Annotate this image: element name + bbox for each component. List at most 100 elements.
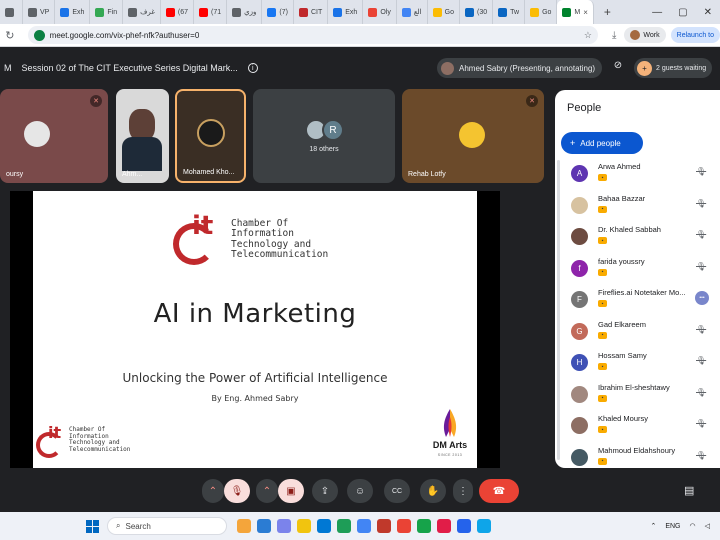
language-indicator[interactable]: ENG [665,523,680,530]
taskbar-app-icon[interactable] [397,519,411,533]
taskbar-app-icon[interactable] [257,519,271,533]
site-info-icon[interactable] [33,29,45,41]
video-tile-others[interactable]: R 18 others [253,89,395,183]
guest-badge-icon: ▪ [598,426,607,433]
participant-row[interactable]: A Arwa Ahmed ▪ 🎙 [555,160,720,192]
browser-tab[interactable]: VP [23,0,56,24]
browser-tab[interactable]: وزي [227,0,263,24]
browser-tab[interactable]: (71 [194,0,228,24]
taskbar-app-icon[interactable] [477,519,491,533]
taskbar-app-icon[interactable] [357,519,371,533]
maximize-button[interactable]: ▢ [678,7,687,18]
present-button[interactable]: ⇪ [312,479,338,503]
close-tab-icon[interactable]: × [583,8,588,17]
cit-logo-text: Chamber Of Information Technology and Te… [231,218,329,261]
chat-icon[interactable]: ▤ [684,484,694,497]
browser-tab[interactable]: CIT [294,0,329,24]
mic-off-icon[interactable]: 🎙 [696,325,706,334]
mic-off-icon[interactable]: 🎙 [696,167,706,176]
raise-hand-button[interactable]: ✋ [420,479,446,503]
participant-row[interactable]: F Fireflies.ai Notetaker Mo... ▪ ••• [555,286,720,318]
mic-off-icon[interactable]: 🎙 [696,451,706,460]
browser-tab[interactable]: Exh [328,0,364,24]
mic-off-icon[interactable]: 🎙 [696,230,706,239]
search-placeholder: Search [125,521,151,531]
emoji-button[interactable]: ☺ [347,479,373,503]
url-bar[interactable]: meet.google.com/vix-phef-nfk?authuser=0 … [27,26,598,44]
browser-tab[interactable]: (30 [460,0,494,24]
mic-off-icon[interactable]: 🎙 [696,199,706,208]
browser-tab[interactable]: Oly [363,0,397,24]
mic-options-button[interactable]: ⌃ [202,479,224,503]
tab-label: (7) [279,8,288,16]
profile-button[interactable]: Work [624,27,666,43]
browser-tab[interactable]: Tw [493,0,526,24]
close-window-button[interactable]: ✕ [704,7,712,18]
add-people-button[interactable]: + Add people [561,132,643,154]
video-tile-2[interactable]: Ahm... [116,89,169,183]
tab-active-meet[interactable]: M × [557,0,594,24]
tab-label: Exh [345,8,358,16]
participant-row[interactable]: Dr. Khaled Sabbah ▪ 🎙 [555,223,720,255]
mic-off-icon[interactable]: 🎙 [696,262,706,271]
browser-tab[interactable]: Fin [90,0,124,24]
taskbar-app-icon[interactable] [377,519,391,533]
relaunch-button[interactable]: Relaunch to [670,27,720,43]
taskbar-app-icon[interactable] [297,519,311,533]
mic-off-button[interactable]: 🎙 [224,479,250,503]
participant-row[interactable]: G Gad Elkareem ▪ 🎙 [555,318,720,350]
taskbar-search[interactable]: ⌕ Search [107,517,227,535]
guests-waiting-label: 2 guests waiting [656,64,707,72]
participant-row[interactable]: Ibrahim El-sheshtawy ▪ 🎙 [555,381,720,413]
more-options-icon[interactable]: ••• [695,291,709,305]
participant-row[interactable]: Mahmoud Eldahshoury ▪ 🎙 [555,444,720,469]
video-tile-1[interactable]: ✕ oursy [0,89,108,183]
volume-icon[interactable]: ◁ [705,522,710,530]
tab-label: غرف [140,9,155,16]
wifi-icon[interactable]: ◠ [690,522,696,530]
participant-name: farida youssry [598,256,645,266]
participant-row[interactable]: Khaled Moursy ▪ 🎙 [555,412,720,444]
guests-waiting-chip[interactable]: + 2 guests waiting [634,58,713,78]
captions-button[interactable]: CC [384,479,410,503]
new-tab-button[interactable]: + [594,5,621,19]
taskbar-app-icon[interactable] [277,519,291,533]
taskbar-app-icon[interactable] [457,519,471,533]
browser-tab[interactable]: الع [397,0,428,24]
camera-options-button[interactable]: ⌃ [256,479,278,503]
browser-tab[interactable]: غرف [123,0,161,24]
end-call-button[interactable]: ☎ [479,479,519,503]
taskbar-app-icon[interactable] [237,519,251,533]
bookmark-star-icon[interactable]: ☆ [584,30,592,41]
participant-row[interactable]: H Hossam Samy ▪ 🎙 [555,349,720,381]
browser-tab[interactable] [0,0,23,24]
browser-tab[interactable]: Exh [55,0,91,24]
participant-row[interactable]: Bahaa Bazzar ▪ 🎙 [555,192,720,224]
tray-chevron-icon[interactable]: ⌃ [650,522,656,530]
windows-start-icon[interactable] [86,519,99,533]
minimize-button[interactable]: — [652,7,662,18]
mic-off-icon[interactable]: 🎙 [696,419,706,428]
info-icon[interactable]: i [247,63,258,73]
browser-tab[interactable]: Go [525,0,558,24]
participant-avatar [459,122,485,148]
more-options-button[interactable]: ⋮ [453,479,473,503]
download-icon[interactable]: ⤓ [612,30,616,41]
mic-off-icon[interactable]: 🎙 [696,356,706,365]
guest-badge-icon: ▪ [598,331,607,339]
taskbar-app-icon[interactable] [317,519,331,533]
presenter-chip[interactable]: Ahmed Sabry (Presenting, annotating) [437,58,603,78]
stop-presenting-icon[interactable]: ⊘ [610,60,626,76]
participant-row[interactable]: f farida youssry ▪ 🎙 [555,255,720,287]
browser-tab[interactable]: Go [428,0,460,24]
browser-tab[interactable]: (7) [262,0,294,24]
browser-tab[interactable]: (67 [161,0,195,24]
taskbar-app-icon[interactable] [437,519,451,533]
reload-icon[interactable]: ↻ [0,29,20,42]
taskbar-app-icon[interactable] [337,519,351,533]
video-tile-5[interactable]: ✕ Rehab Lotfy [402,89,544,183]
mic-off-icon[interactable]: 🎙 [696,388,706,397]
taskbar-app-icon[interactable] [417,519,431,533]
camera-off-button[interactable]: ▣ [278,479,304,503]
video-tile-3-active-speaker[interactable]: Mohamed Kho... [175,89,246,183]
